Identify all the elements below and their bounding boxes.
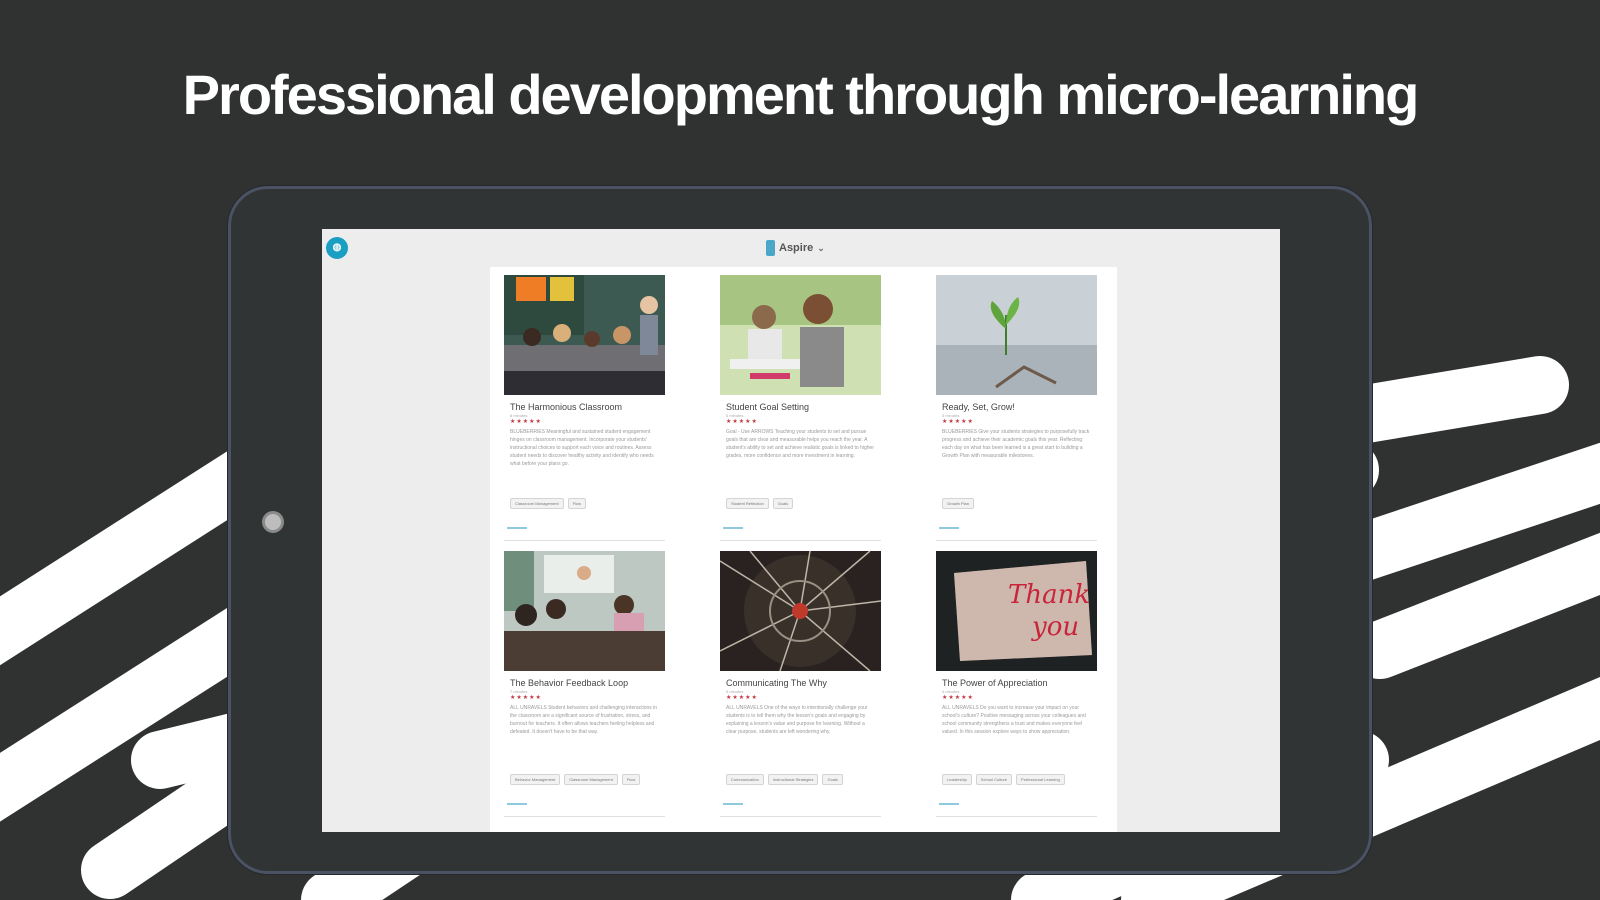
course-tag[interactable]: Growth Plan — [942, 498, 975, 509]
course-description: ALL UNRAVELS Student behaviors and chall… — [510, 705, 658, 735]
course-description: BLUEBERRIES Give your students strategie… — [942, 429, 1090, 459]
course-tags: Behavior Management Classroom Management… — [510, 774, 665, 785]
course-tag[interactable]: Goals — [822, 774, 843, 785]
card-read-more-link[interactable] — [507, 527, 527, 529]
course-tags: Leadership School Culture Professional L… — [942, 774, 1097, 785]
card-read-more-link[interactable] — [939, 527, 959, 529]
course-card[interactable]: The Harmonious Classroom 8 minutes ★★★★★… — [504, 275, 665, 541]
course-rating: ★★★★★ — [942, 419, 974, 425]
course-title: The Behavior Feedback Loop — [510, 678, 629, 688]
course-title: The Harmonious Classroom — [510, 402, 623, 412]
course-thumbnail — [504, 551, 665, 671]
course-card[interactable]: The Behavior Feedback Loop 7 minutes ★★★… — [504, 551, 665, 817]
course-tag[interactable]: Communication — [726, 774, 764, 785]
course-tag[interactable]: Behavior Management — [510, 774, 561, 785]
course-rating: ★★★★★ — [510, 419, 542, 425]
page-headline: Professional development through micro-l… — [182, 63, 1420, 126]
course-tag[interactable]: Student Reflection — [726, 498, 769, 509]
chevron-down-icon: ⌄ — [817, 242, 825, 253]
course-description: Goal - Use ARROWS Teaching your students… — [726, 429, 874, 459]
course-card[interactable]: Student Goal Setting 6 minutes ★★★★★ Goa… — [720, 275, 881, 541]
app-logo-icon[interactable]: ◍ — [326, 237, 348, 259]
card-read-more-link[interactable] — [723, 803, 743, 805]
app-header: ◍ Aspire ⌄ — [322, 229, 1280, 267]
app-switcher-label: Aspire — [779, 242, 814, 254]
tablet-device: ◍ Aspire ⌄ The Harmonious Classroom 8 mi… — [228, 186, 1372, 874]
course-thumbnail — [720, 275, 881, 395]
course-card[interactable]: Communicating The Why 5 minutes ★★★★★ AL… — [720, 551, 881, 817]
course-tags: Communication Instructional Strategies G… — [726, 774, 881, 785]
course-card[interactable]: Thank you The Power of Appreciation 4 mi… — [936, 551, 1097, 817]
card-read-more-link[interactable] — [939, 803, 959, 805]
course-rating: ★★★★★ — [726, 695, 758, 701]
course-thumbnail: Thank you — [936, 551, 1097, 671]
tablet-home-button — [262, 511, 284, 533]
course-description: BLUEBERRIES Meaningful and sustained stu… — [510, 429, 654, 467]
course-tag[interactable]: Flow — [567, 498, 587, 509]
course-description: ALL UNRAVELS Do you want to increase you… — [942, 705, 1086, 735]
course-tags: Classroom Management Flow — [510, 498, 665, 509]
course-thumbnail — [720, 551, 881, 671]
course-tag[interactable]: Flow — [621, 774, 641, 785]
course-tag[interactable]: Professional Learning — [1016, 774, 1065, 785]
course-tags: Student Reflection Goals — [726, 498, 881, 509]
card-read-more-link[interactable] — [507, 803, 527, 805]
course-rating: ★★★★★ — [510, 695, 542, 701]
course-rating: ★★★★★ — [726, 419, 758, 425]
course-tag[interactable]: Instructional Strategies — [767, 774, 819, 785]
card-read-more-link[interactable] — [723, 527, 743, 529]
course-title: Communicating The Why — [726, 678, 827, 688]
course-thumbnail — [504, 275, 665, 395]
course-tag[interactable]: Classroom Management — [510, 498, 564, 509]
app-switcher[interactable]: Aspire ⌄ — [766, 238, 825, 258]
course-description: ALL UNRAVELS One of the ways to intentio… — [726, 705, 868, 735]
course-title: Student Goal Setting — [726, 402, 810, 412]
svg-text:you: you — [1031, 612, 1079, 642]
course-tag[interactable]: Leadership — [942, 774, 972, 785]
course-tag[interactable]: Goals — [772, 498, 794, 509]
course-tag[interactable]: Classroom Management — [564, 774, 618, 785]
course-card[interactable]: Ready, Set, Grow! 5 minutes ★★★★★ BLUEBE… — [936, 275, 1097, 541]
course-thumbnail — [936, 275, 1097, 395]
course-title: Ready, Set, Grow! — [942, 402, 1015, 412]
course-feed: The Harmonious Classroom 8 minutes ★★★★★… — [490, 267, 1117, 832]
svg-text:Thank: Thank — [1008, 580, 1090, 610]
course-title: The Power of Appreciation — [942, 678, 1048, 688]
course-tag[interactable]: School Culture — [975, 774, 1013, 785]
book-icon — [766, 240, 775, 256]
app-screen: ◍ Aspire ⌄ The Harmonious Classroom 8 mi… — [322, 229, 1280, 832]
course-rating: ★★★★★ — [942, 695, 974, 701]
course-tags: Growth Plan — [942, 498, 1097, 509]
